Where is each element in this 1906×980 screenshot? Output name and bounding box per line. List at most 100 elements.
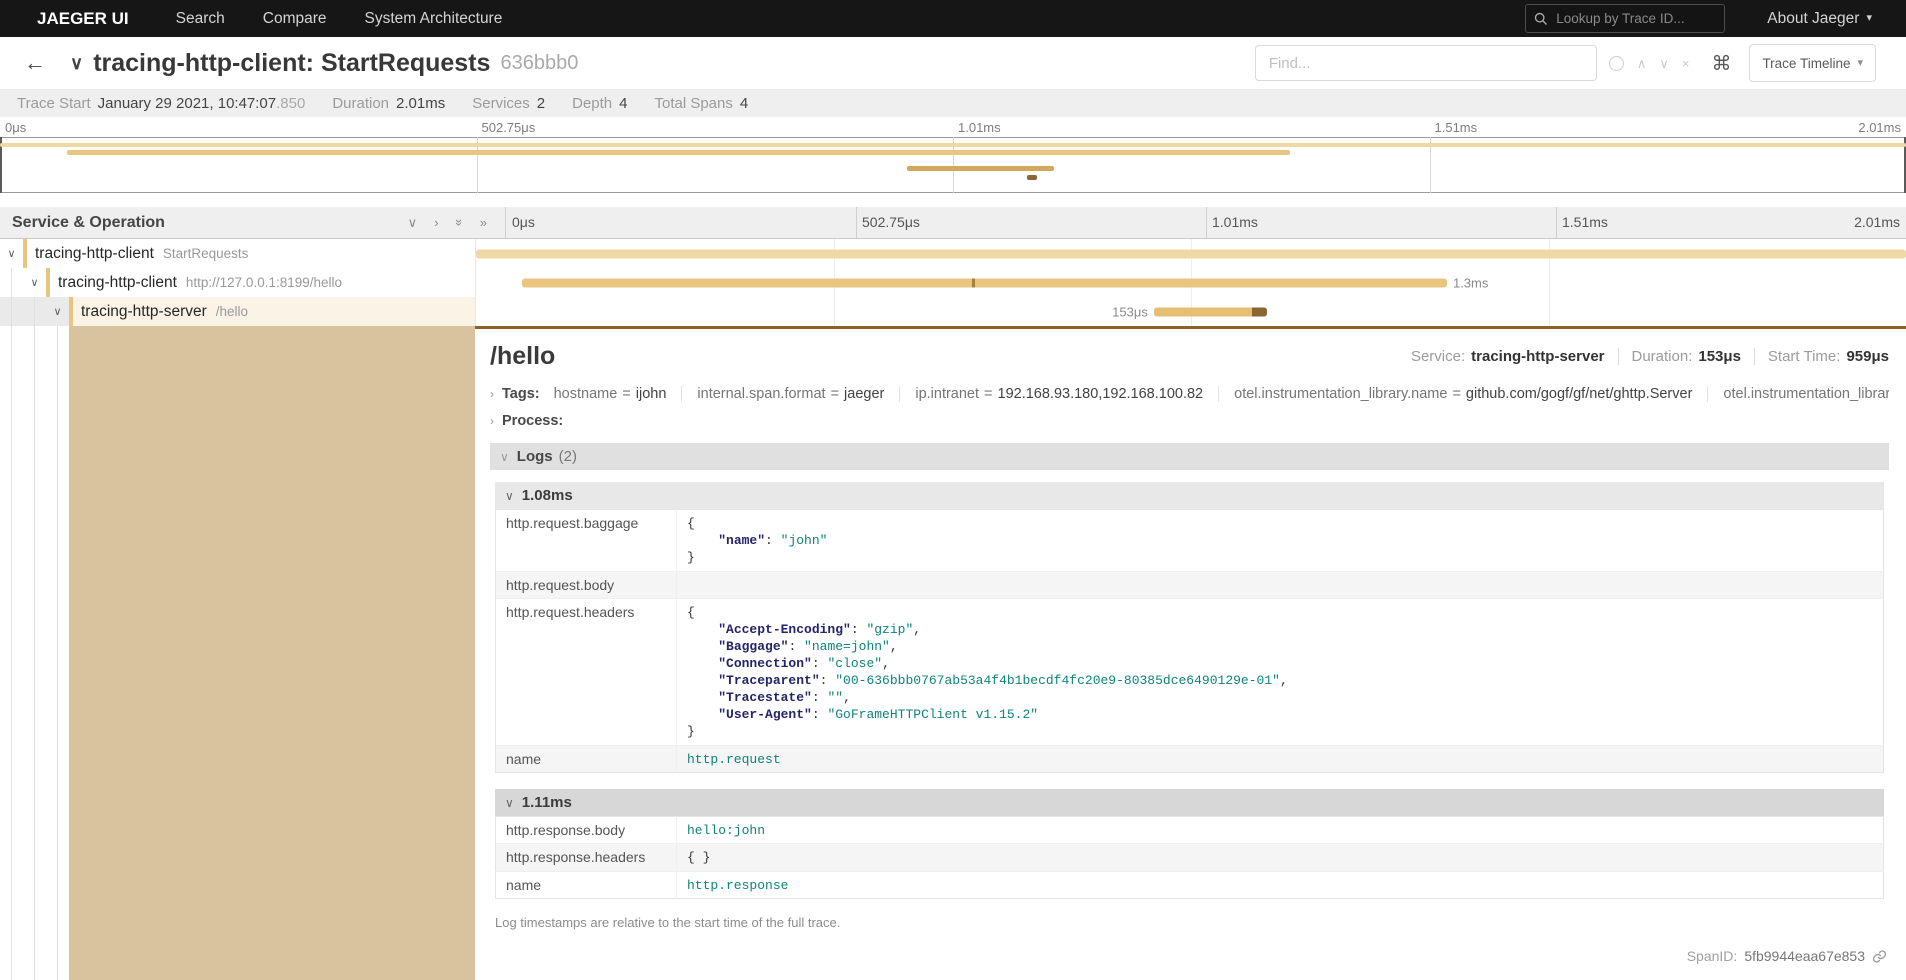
indent-guide [0, 268, 23, 297]
span-name-cell[interactable]: ∨tracing-http-server/hello [0, 297, 475, 326]
tag-value: jaeger [844, 386, 884, 402]
service-name: tracing-http-client [58, 274, 177, 292]
span-row[interactable]: ∨ tracing-http-client http://127.0.0.1:819… [0, 268, 1906, 297]
equals-sign: = [622, 386, 630, 402]
log-entry-header[interactable]: ∨1.11ms [495, 789, 1884, 816]
back-arrow-icon[interactable]: ← [14, 50, 56, 76]
log-field-key: name [496, 872, 677, 899]
link-icon[interactable] [1872, 949, 1887, 964]
span-bar-tick [972, 278, 975, 287]
span-info-label: Duration: [1632, 348, 1693, 365]
nav-item-system-architecture[interactable]: System Architecture [346, 0, 522, 37]
log-field-row: namehttp.response [496, 872, 1884, 899]
span-bar-cell[interactable]: 153μs [475, 297, 1906, 326]
logs-accordian-header[interactable]: ∨ Logs (2) [490, 443, 1889, 470]
timeline-gridline [834, 297, 835, 326]
span-row[interactable]: ∨tracing-http-clientStartRequests [0, 239, 1906, 268]
expand-one-icon[interactable]: › [434, 215, 438, 230]
span-collapse-icon[interactable]: ∨ [0, 239, 23, 268]
ruler-tick-label: 1.01ms [958, 120, 1001, 135]
about-jaeger-label: About Jaeger [1767, 10, 1859, 28]
span-info-value: 153μs [1698, 348, 1741, 365]
span-name-cell[interactable]: ∨tracing-http-clientStartRequests [0, 239, 475, 268]
nav-item-compare[interactable]: Compare [244, 0, 346, 37]
span-detail-header: /hello Service:tracing-http-serverDurati… [490, 342, 1889, 371]
log-field-row: http.response.bodyhello:john [496, 817, 1884, 844]
log-entry-header[interactable]: ∨ 1.08ms [495, 482, 1884, 509]
summary-item: Trace StartJanuary 29 2021, 10:47:07.850 [17, 95, 305, 112]
trace-view-selector[interactable]: Trace Timeline ▾ [1749, 44, 1876, 82]
span-rows: ∨tracing-http-clientStartRequests∨tracin… [0, 239, 1906, 980]
log-field-value [677, 572, 1884, 599]
tag-item: ip.intranet=192.168.93.180,192.168.100.8… [899, 386, 1203, 402]
tick-line [856, 207, 857, 238]
timeline-minimap[interactable] [0, 137, 1906, 193]
log-timestamp: 1.11ms [522, 794, 572, 811]
find-prev-icon[interactable]: ∧ [1637, 57, 1647, 70]
log-timestamp: 1.08ms [522, 487, 573, 504]
tick-label: 0μs [512, 214, 535, 230]
span-duration-label: 1.3ms [1453, 275, 1488, 290]
collapse-all-icon[interactable]: » [452, 219, 467, 226]
span-bar[interactable] [522, 278, 1447, 287]
span-detail-accent-column [69, 326, 475, 980]
log-fields-table: http.request.baggage{ "name": "john" }ht… [495, 509, 1884, 773]
span-info-label: Start Time: [1768, 348, 1841, 365]
chevron-down-icon: ∨ [505, 489, 514, 503]
timeline-ticks-header: 0μs502.75μs1.01ms1.51ms2.01ms [505, 207, 1906, 238]
span-name-cell[interactable]: ∨ tracing-http-client http://127.0.0.1:819… [0, 268, 475, 297]
find-scope-icon[interactable] [1609, 56, 1624, 71]
collapse-one-icon[interactable]: ∨ [408, 215, 418, 231]
jaeger-logo[interactable]: JAEGER UI [0, 9, 157, 29]
span-row[interactable]: ∨tracing-http-server/hello153μs [0, 297, 1906, 326]
keyboard-shortcuts-icon[interactable]: ⌘ [1711, 51, 1731, 76]
find-input[interactable] [1267, 54, 1585, 73]
span-bar[interactable] [1154, 307, 1267, 316]
find-clear-icon[interactable]: × [1682, 57, 1690, 70]
tags-accordian[interactable]: › Tags: hostname=ijohninternal.span.form… [490, 386, 1889, 402]
equals-sign: = [984, 386, 992, 402]
span-bar-cell[interactable] [475, 239, 1906, 268]
span-info-item: Duration: 153μs [1618, 348, 1741, 365]
summary-item: Total Spans4 [654, 95, 748, 112]
summary-value: 2.01ms [396, 95, 445, 112]
trace-lookup-input[interactable] [1554, 10, 1716, 27]
find-box[interactable] [1255, 45, 1597, 81]
span-id-label: SpanID: [1687, 948, 1738, 964]
collapse-header-icon[interactable]: ∨ [56, 53, 93, 74]
summary-value: 4 [740, 95, 748, 112]
operation-name: /hello [216, 304, 248, 319]
expand-all-icon[interactable]: » [480, 215, 487, 230]
span-name-wrapper[interactable]: tracing-http-server/hello [69, 297, 248, 326]
indent-guide [0, 297, 23, 326]
trace-title: tracing-http-client: StartRequests [93, 49, 490, 78]
span-bar-cell[interactable]: 1.3ms [475, 268, 1906, 297]
find-next-icon[interactable]: ∨ [1659, 57, 1669, 70]
minimap-gap [0, 193, 1906, 207]
span-info-value: 959μs [1846, 348, 1889, 365]
span-collapse-icon[interactable]: ∨ [23, 268, 46, 297]
span-name-wrapper[interactable]: tracing-http-clientStartRequests [23, 239, 248, 268]
chevron-right-icon: › [490, 387, 494, 401]
about-jaeger-menu[interactable]: About Jaeger ▾ [1767, 10, 1872, 28]
span-name-wrapper[interactable]: tracing-http-client http://127.0.0.1:8199… [46, 268, 342, 297]
log-entry: ∨ 1.08ms http.request.baggage{ "name": "jo… [495, 482, 1884, 773]
log-field-key: name [496, 746, 677, 773]
equals-sign: = [1452, 386, 1460, 402]
trace-lookup-box[interactable] [1525, 4, 1725, 33]
span-collapse-icon[interactable]: ∨ [46, 297, 69, 326]
span-bar[interactable] [476, 249, 1906, 258]
span-info-item: Start Time: 959μs [1754, 348, 1889, 365]
summary-label: Services [472, 95, 530, 112]
minimap-span [907, 166, 1054, 171]
tick-label: 1.01ms [1212, 214, 1258, 230]
tag-item: internal.span.format=jaeger [681, 386, 884, 402]
log-field-value: hello:john [677, 817, 1884, 844]
process-accordian[interactable]: › Process: [490, 413, 1889, 429]
tag-value: github.com/gogf/gf/net/ghttp.Server [1466, 386, 1693, 402]
nav-item-search[interactable]: Search [157, 0, 244, 37]
operation-name: http://127.0.0.1:8199/hello [186, 275, 342, 290]
span-detail-left-column [0, 326, 475, 980]
log-field-value: { } [677, 844, 1884, 872]
find-tools: ∧ ∨ × [1609, 56, 1690, 71]
